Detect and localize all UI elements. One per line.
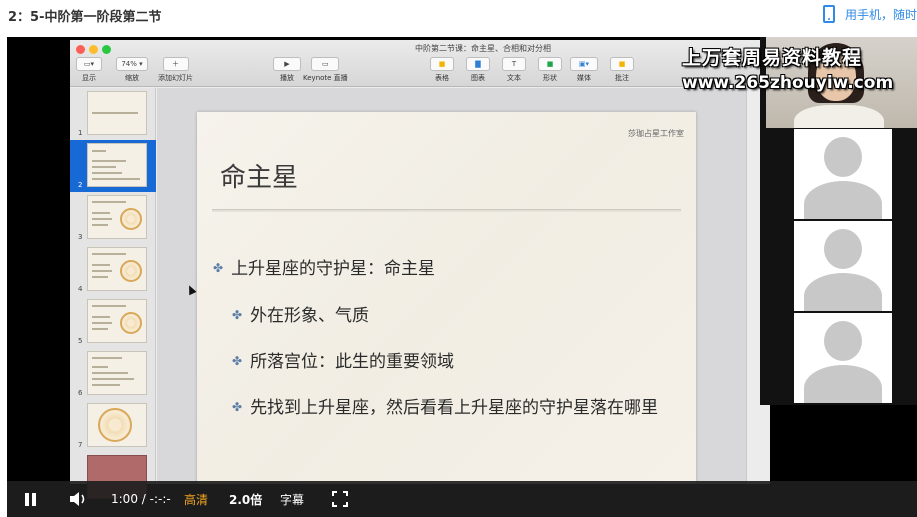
slide-title: 命主星 xyxy=(220,163,299,193)
toolbar-table: ■ 表格 xyxy=(430,57,454,83)
document-title: 中阶第二节课：命主星、合相和对分相 xyxy=(415,44,551,53)
bullet-item: ✤ 上升星座的守护星：命主星 xyxy=(213,256,435,282)
slide-thumb-6: 6 xyxy=(70,348,156,400)
add-slide-icon: ＋ xyxy=(162,57,189,71)
watermark-line-1: 上万套周易资料教程 xyxy=(682,47,863,69)
comment-icon: ■ xyxy=(610,57,634,71)
text-icon: T xyxy=(502,57,526,71)
bullet-mark-icon: ✤ xyxy=(232,400,243,414)
page: 2：5-中阶第一阶段第二节 用手机，随时 中阶第二节课：命主星、合相和对分相 ▭… xyxy=(0,0,917,517)
top-bar: 2：5-中阶第一阶段第二节 用手机，随时 xyxy=(0,0,917,30)
close-window-icon xyxy=(76,45,85,54)
bullet-mark-icon: ✤ xyxy=(232,308,243,322)
slide-canvas: 莎珈占星工作室 命主星 ✤ 上升星座的守护星：命主星 ✤ 外在形象、气质 ✤ 所… xyxy=(157,88,746,484)
watermark-line-2: www.265zhouyiw.com xyxy=(682,73,894,93)
lesson-title: 2：5-中阶第一阶段第二节 xyxy=(8,10,162,25)
minimize-window-icon xyxy=(89,45,98,54)
keynote-live-icon: ▭ xyxy=(311,57,340,71)
bullet-item: ✤ 所落宫位：此生的重要领域 xyxy=(232,349,454,375)
toolbar-media: ▣▾ 媒体 xyxy=(570,57,598,83)
toolbar-keynote-live: ▭ Keynote 直播 xyxy=(303,57,348,83)
slide-thumb-image xyxy=(87,351,147,395)
slide-thumb-7: 7 xyxy=(70,400,156,452)
zoom-window-icon xyxy=(102,45,111,54)
toolbar-add-slide: ＋ 添加幻灯片 xyxy=(158,57,193,83)
toolbar-chart: ▇ 图表 xyxy=(466,57,490,83)
slide-thumb-image xyxy=(87,299,147,343)
slide-thumb-5: 5 xyxy=(70,296,156,348)
shape-icon: ■ xyxy=(538,57,562,71)
mobile-watch-label: 用手机，随时 xyxy=(844,7,917,22)
slide-thumb-image xyxy=(87,91,147,135)
chart-icon: ▇ xyxy=(466,57,490,71)
bullet-item: ✤ 先找到上升星座，然后看看上升星座的守护星落在哪里 xyxy=(232,395,687,421)
slide-thumb-4: 4 xyxy=(70,244,156,296)
player-controls: 1:00 / -:-:- 高清 2.0倍 字幕 xyxy=(7,481,917,517)
participant-avatar xyxy=(794,129,892,219)
toolbar-text: T 文本 xyxy=(502,57,526,83)
slide-thumb-image xyxy=(87,403,147,447)
slide-thumb-3: 3 xyxy=(70,192,156,244)
participant-avatar xyxy=(794,221,892,311)
slide-thumb-2: 2 xyxy=(70,140,156,192)
participant-avatar xyxy=(794,313,892,403)
title-divider xyxy=(212,209,681,212)
toolbar-comment: ■ 批注 xyxy=(610,57,634,83)
bullet-item: ✤ 外在形象、气质 xyxy=(232,303,369,329)
studio-name: 莎珈占星工作室 xyxy=(628,129,684,138)
toolbar-zoom: 74% ▾ 缩放 xyxy=(116,57,148,83)
play-icon: ▶ xyxy=(273,57,301,71)
bullet-mark-icon: ✤ xyxy=(213,261,224,275)
slide-thumb-image xyxy=(87,195,147,239)
keynote-toolbar: 中阶第二节课：命主星、合相和对分相 ▭▾ 显示 74% ▾ 缩放 ＋ 添加幻灯片… xyxy=(70,40,770,87)
toolbar-shape: ■ 形状 xyxy=(538,57,562,83)
pause-icon[interactable] xyxy=(25,481,39,517)
slide-navigator: 1 2 3 4 5 6 7 xyxy=(70,88,156,499)
mobile-watch-link[interactable]: 用手机，随时 xyxy=(822,5,917,23)
playback-time: 1:00 / -:-:- xyxy=(111,492,171,506)
subtitle-button[interactable]: 字幕 xyxy=(280,481,304,517)
volume-icon[interactable] xyxy=(69,481,91,517)
phone-icon xyxy=(822,5,835,23)
video-player[interactable]: 中阶第二节课：命主星、合相和对分相 ▭▾ 显示 74% ▾ 缩放 ＋ 添加幻灯片… xyxy=(7,37,917,517)
zoom-select: 74% ▾ xyxy=(116,57,148,71)
current-slide: 莎珈占星工作室 命主星 ✤ 上升星座的守护星：命主星 ✤ 外在形象、气质 ✤ 所… xyxy=(197,112,696,484)
view-icon: ▭▾ xyxy=(76,57,102,71)
slide-thumb-image xyxy=(87,143,147,187)
keynote-window: 中阶第二节课：命主星、合相和对分相 ▭▾ 显示 74% ▾ 缩放 ＋ 添加幻灯片… xyxy=(70,40,770,499)
fullscreen-icon[interactable] xyxy=(332,481,348,517)
table-icon: ■ xyxy=(430,57,454,71)
toolbar-view: ▭▾ 显示 xyxy=(76,57,102,83)
toolbar-play: ▶ 播放 xyxy=(273,57,301,83)
speed-button[interactable]: 2.0倍 xyxy=(229,481,262,517)
media-icon: ▣▾ xyxy=(570,57,598,71)
slide-thumb-image xyxy=(87,247,147,291)
bullet-mark-icon: ✤ xyxy=(232,354,243,368)
quality-button[interactable]: 高清 xyxy=(184,481,208,517)
slide-thumb-1: 1 xyxy=(70,88,156,140)
